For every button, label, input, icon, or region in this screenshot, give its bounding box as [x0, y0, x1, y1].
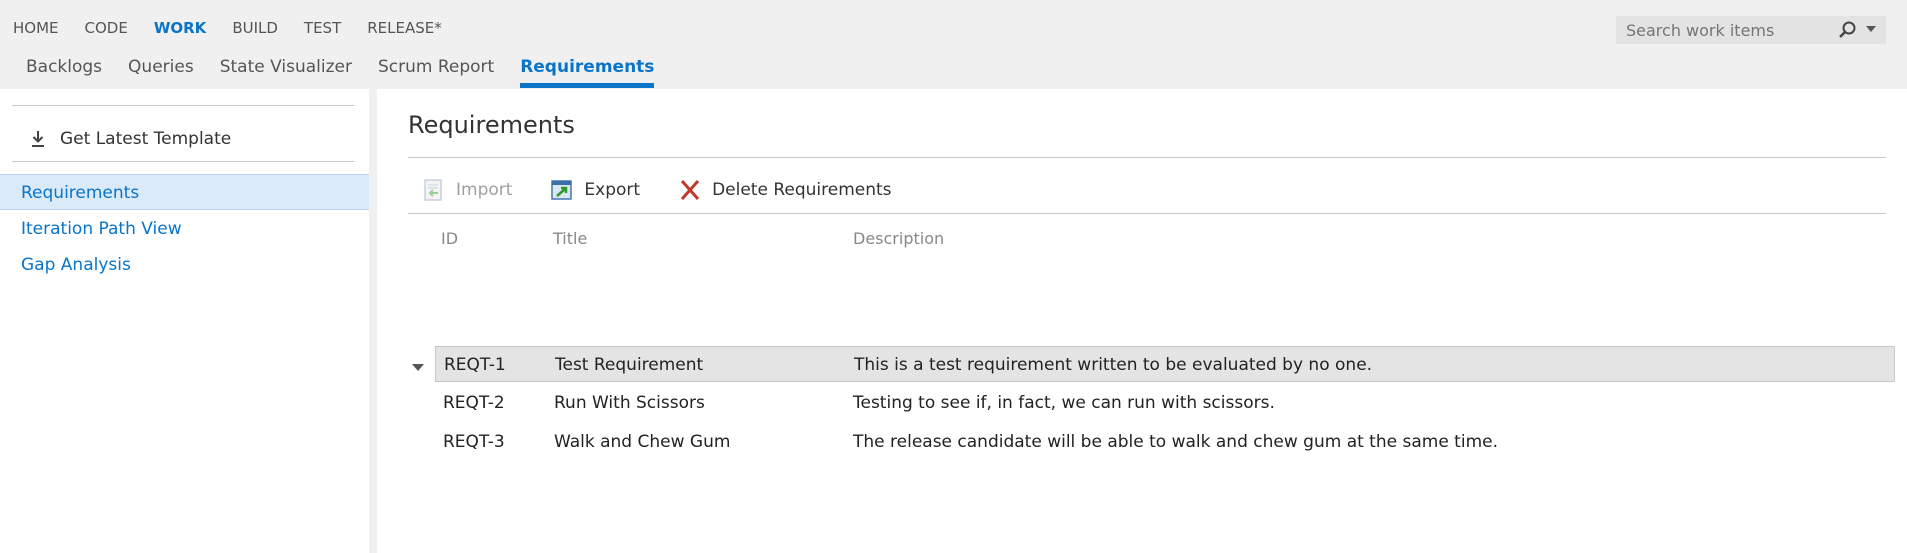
import-button[interactable]: Import [422, 178, 512, 202]
page-title: Requirements [408, 111, 575, 139]
row-id: REQT-2 [443, 393, 505, 413]
export-icon [551, 180, 573, 200]
row-title: Test Requirement [555, 355, 704, 375]
delete-requirements-button[interactable]: Delete Requirements [678, 178, 892, 202]
toolbar: Import Export Delete Requirements [422, 175, 930, 205]
divider [12, 105, 354, 106]
search-icon[interactable] [1838, 20, 1858, 40]
sub-nav-scrum-report[interactable]: Scrum Report [365, 55, 507, 90]
row-id: REQT-3 [443, 432, 505, 452]
get-latest-template-label: Get Latest Template [60, 129, 232, 149]
row-description: This is a test requirement written to be… [854, 355, 1373, 375]
row-description: The release candidate will be able to wa… [853, 432, 1498, 452]
import-label: Import [456, 180, 513, 200]
divider [408, 213, 1886, 214]
search-dropdown-caret-icon[interactable] [1866, 26, 1876, 32]
left-pane: Get Latest Template Requirements Iterati… [0, 89, 377, 553]
column-header-id[interactable]: ID [441, 229, 458, 248]
collapse-arrow-icon[interactable] [412, 364, 424, 371]
delete-x-icon [680, 180, 700, 200]
table-row[interactable]: REQT-3 Walk and Chew Gum The release can… [435, 424, 1895, 460]
row-description: Testing to see if, in fact, we can run w… [853, 393, 1275, 413]
row-title: Run With Scissors [554, 393, 705, 413]
divider [408, 157, 1886, 158]
search-box [1616, 16, 1886, 44]
table-row[interactable]: REQT-2 Run With Scissors Testing to see … [435, 385, 1895, 421]
table-row[interactable]: REQT-1 Test Requirement This is a test r… [435, 346, 1895, 382]
row-title: Walk and Chew Gum [554, 432, 731, 452]
sub-nav-backlogs[interactable]: Backlogs [13, 55, 115, 90]
divider [12, 161, 354, 162]
sidebar-item-gap-analysis[interactable]: Gap Analysis [0, 247, 369, 283]
get-latest-template-button[interactable]: Get Latest Template [12, 119, 354, 159]
top-nav: HOME CODE WORK BUILD TEST RELEASE* [0, 16, 455, 40]
search-input[interactable] [1616, 19, 1833, 41]
download-icon [32, 131, 44, 147]
row-id: REQT-1 [444, 355, 506, 375]
top-nav-build[interactable]: BUILD [219, 16, 291, 40]
top-nav-release[interactable]: RELEASE* [354, 16, 455, 40]
sidebar-item-requirements[interactable]: Requirements [0, 174, 369, 210]
top-nav-work[interactable]: WORK [141, 16, 219, 40]
delete-requirements-label: Delete Requirements [712, 180, 892, 200]
top-nav-test[interactable]: TEST [291, 16, 354, 40]
column-header-description[interactable]: Description [853, 229, 944, 248]
header-bar: HOME CODE WORK BUILD TEST RELEASE* Backl… [0, 0, 1907, 89]
sub-nav-state-visualizer[interactable]: State Visualizer [207, 55, 365, 90]
sidebar-item-iteration-path-view[interactable]: Iteration Path View [0, 211, 369, 247]
sub-nav-queries[interactable]: Queries [115, 55, 207, 90]
sub-nav-requirements[interactable]: Requirements [507, 55, 667, 90]
top-nav-code[interactable]: CODE [72, 16, 141, 40]
column-header-title[interactable]: Title [553, 229, 587, 248]
export-button[interactable]: Export [550, 178, 640, 202]
sub-nav: Backlogs Queries State Visualizer Scrum … [0, 55, 667, 90]
import-icon [424, 179, 442, 201]
top-nav-home[interactable]: HOME [0, 16, 72, 40]
export-label: Export [584, 180, 641, 200]
